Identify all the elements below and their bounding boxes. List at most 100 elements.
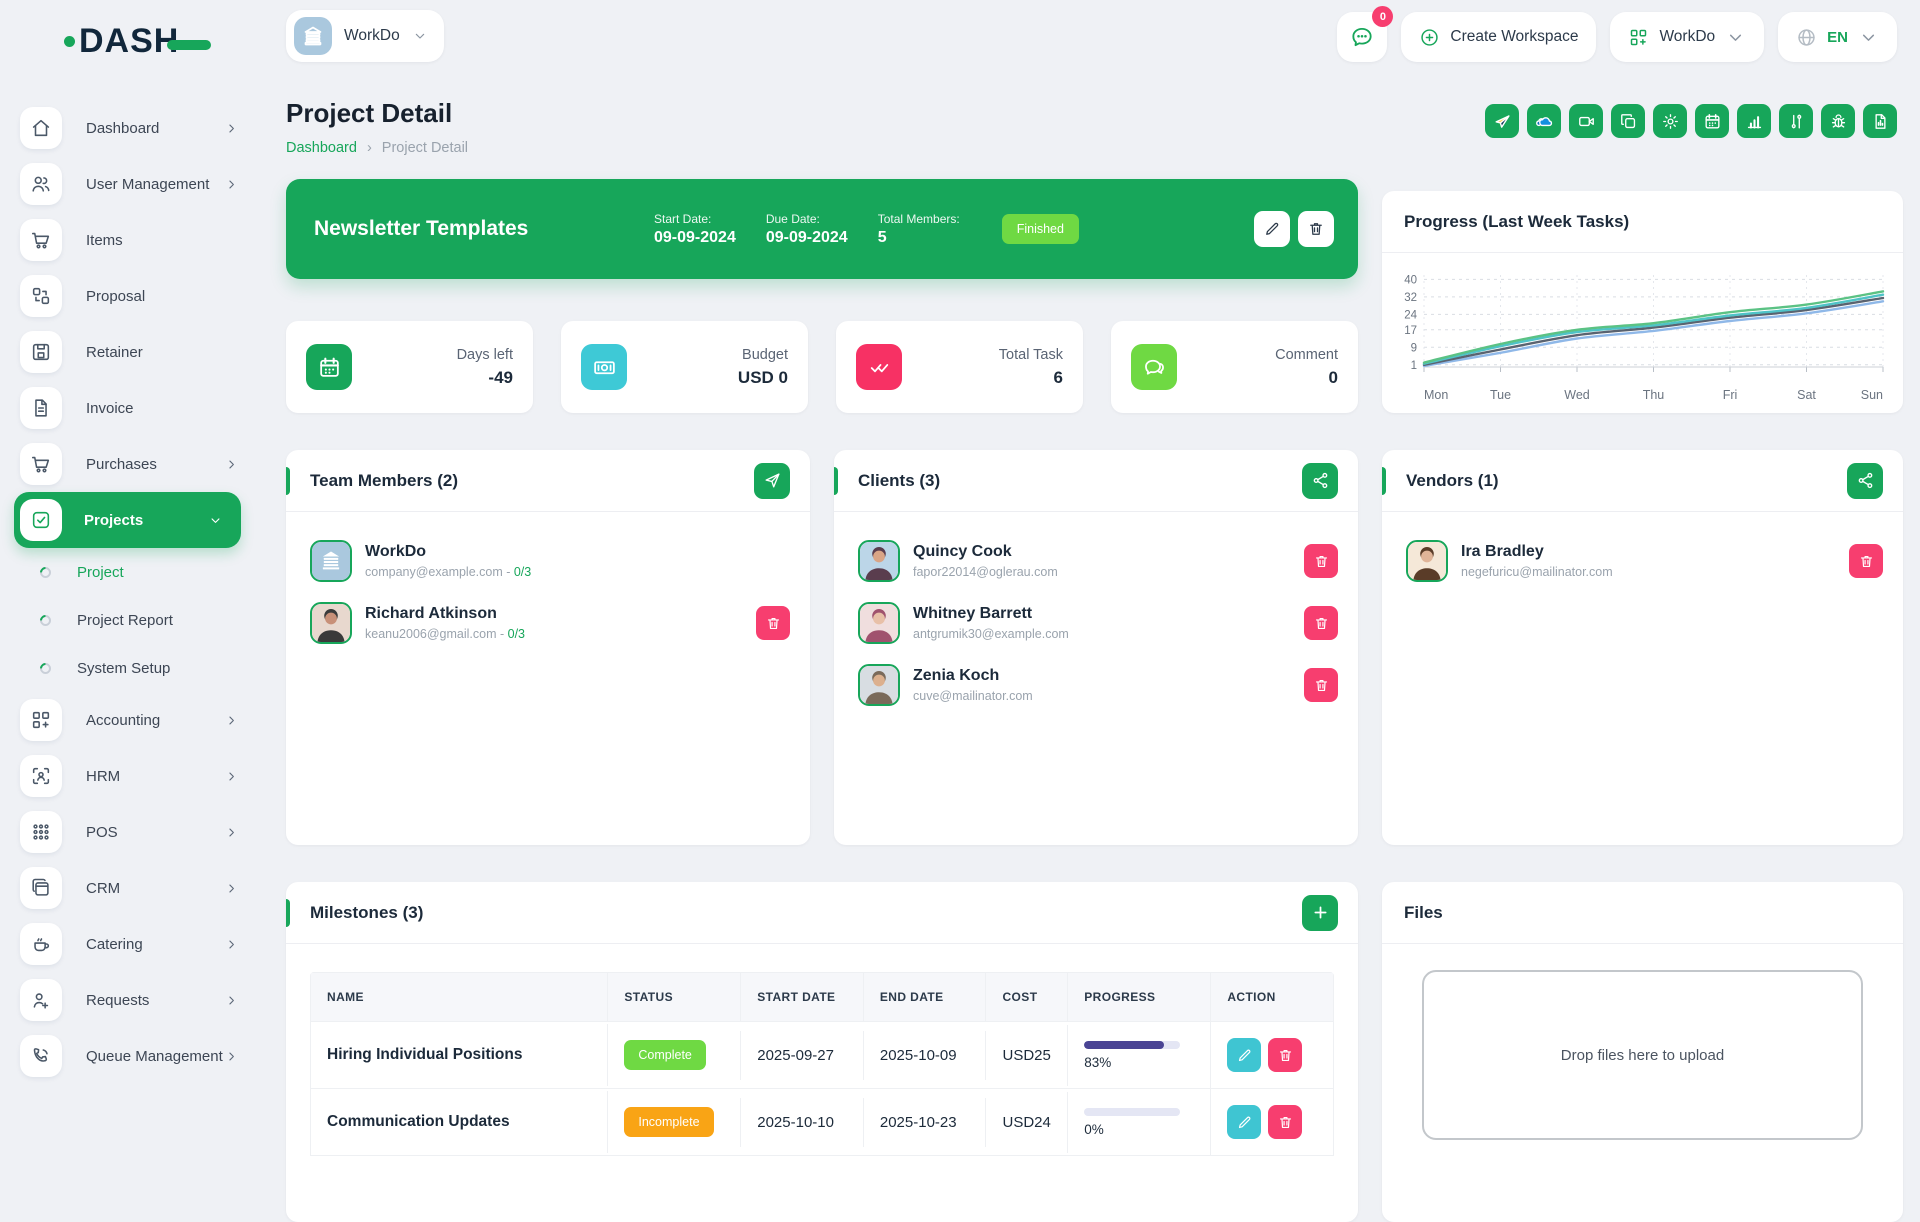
vendors-action-button[interactable]: [1847, 463, 1883, 499]
member-name: Whitney Barrett: [913, 605, 1069, 623]
language-dropdown[interactable]: EN: [1778, 12, 1897, 62]
video-camera-button[interactable]: [1569, 104, 1603, 138]
member-name: Zenia Koch: [913, 667, 1033, 685]
sidebar-item-project-report[interactable]: Project Report: [0, 596, 257, 644]
bar-chart-button[interactable]: [1737, 104, 1771, 138]
breadcrumb-dashboard-link[interactable]: Dashboard: [286, 140, 357, 156]
sidebar-item-user-management[interactable]: User Management: [0, 156, 257, 212]
share-icon: [1311, 471, 1330, 490]
chevron-right-icon: [224, 713, 239, 728]
banknote-icon: [592, 355, 617, 380]
table-row: Communication UpdatesIncomplete2025-10-1…: [311, 1088, 1333, 1155]
delete-milestone-button[interactable]: [1268, 1038, 1302, 1072]
phone-icon-box: [20, 1035, 62, 1077]
calendar-button[interactable]: [1695, 104, 1729, 138]
stat-label: Days left: [457, 347, 513, 363]
sidebar-item-hrm[interactable]: HRM: [0, 748, 257, 804]
member-text: WorkDocompany@example.com - 0/3: [365, 543, 531, 579]
app-logo[interactable]: DASH: [64, 22, 211, 61]
banner-field: Total Members:5: [878, 212, 960, 247]
sidebar-item-items[interactable]: Items: [0, 212, 257, 268]
trash-icon: [1313, 615, 1330, 632]
sidebar-item-pos-label: POS: [86, 824, 118, 841]
file-dropzone[interactable]: Drop files here to upload: [1422, 970, 1863, 1140]
sidebar-item-crm[interactable]: CRM: [0, 860, 257, 916]
person-target-icon: [30, 765, 52, 787]
table-row: Hiring Individual PositionsComplete2025-…: [311, 1021, 1333, 1088]
add-milestone-button[interactable]: [1302, 895, 1338, 931]
sliders-button[interactable]: [1779, 104, 1813, 138]
panel-header: Clients (3): [834, 450, 1358, 512]
member-email: company@example.com - 0/3: [365, 565, 531, 579]
workspace-selector[interactable]: WorkDo: [286, 10, 444, 62]
avatar: [858, 540, 900, 582]
gear-button[interactable]: [1653, 104, 1687, 138]
workspace-dropdown[interactable]: WorkDo: [1610, 12, 1764, 62]
avatar: [858, 602, 900, 644]
delete-member-button[interactable]: [1304, 668, 1338, 702]
sidebar-item-system-setup[interactable]: System Setup: [0, 644, 257, 692]
sidebar-item-retainer[interactable]: Retainer: [0, 324, 257, 380]
messages-button[interactable]: 0: [1337, 12, 1387, 62]
plus-circle-icon: [1419, 27, 1440, 48]
sidebar-item-requests[interactable]: Requests: [0, 972, 257, 1028]
delete-member-button[interactable]: [756, 606, 790, 640]
edit-milestone-button[interactable]: [1227, 1105, 1261, 1139]
sidebar-item-pos[interactable]: POS: [0, 804, 257, 860]
delete-member-button[interactable]: [1304, 544, 1338, 578]
sidebar-item-proposal[interactable]: Proposal: [0, 268, 257, 324]
team-action-button[interactable]: [754, 463, 790, 499]
create-workspace-button[interactable]: Create Workspace: [1401, 12, 1596, 62]
delete-member-button[interactable]: [1849, 544, 1883, 578]
sidebar-item-projects[interactable]: Projects: [14, 492, 241, 548]
sidebar-item-accounting[interactable]: Accounting: [0, 692, 257, 748]
chevron-down-icon: [1858, 27, 1879, 48]
member-email-text: negefuricu@mailinator.com: [1461, 565, 1613, 579]
sidebar-item-dashboard-label: Dashboard: [86, 120, 159, 137]
banner-field: Start Date:09-09-2024: [654, 212, 736, 247]
svg-text:1: 1: [1411, 360, 1417, 372]
sidebar-item-purchases[interactable]: Purchases: [0, 436, 257, 492]
svg-text:Fri: Fri: [1723, 388, 1738, 402]
member-email-text: cuve@mailinator.com: [913, 689, 1033, 703]
team-members-panel: Team Members (2)WorkDocompany@example.co…: [286, 450, 810, 845]
column-header: END DATE: [863, 973, 986, 1021]
progress-percent: 83%: [1084, 1055, 1194, 1070]
sidebar-item-queue-management[interactable]: Queue Management: [0, 1028, 257, 1084]
sidebar-item-dashboard[interactable]: Dashboard: [0, 100, 257, 156]
milestone-end-date: 2025-10-23: [863, 1098, 986, 1147]
sidebar: Dashboard User ManagementItemsProposalRet…: [0, 72, 257, 1080]
member-email: negefuricu@mailinator.com: [1461, 565, 1613, 579]
breadcrumb-current: Project Detail: [382, 140, 468, 156]
copy-button[interactable]: [1611, 104, 1645, 138]
delete-project-button[interactable]: [1298, 211, 1334, 247]
svg-text:Mon: Mon: [1424, 388, 1448, 402]
sidebar-item-invoice-label: Invoice: [86, 400, 134, 417]
delete-milestone-button[interactable]: [1268, 1105, 1302, 1139]
member-email: keanu2006@gmail.com - 0/3: [365, 627, 525, 641]
clients-action-button[interactable]: [1302, 463, 1338, 499]
onedrive-button[interactable]: [1527, 104, 1561, 138]
file-report-button[interactable]: [1863, 104, 1897, 138]
google-drive-button[interactable]: [1485, 104, 1519, 138]
sidebar-item-project[interactable]: Project: [0, 548, 257, 596]
bug-button[interactable]: [1821, 104, 1855, 138]
member-email: fapor22014@oglerau.com: [913, 565, 1058, 579]
member-task-ratio: 0/3: [508, 627, 525, 641]
panel-accent: [834, 467, 838, 495]
delete-member-button[interactable]: [1304, 606, 1338, 640]
chevron-right-icon: [224, 937, 239, 952]
cart-icon: [30, 453, 52, 475]
banner-field-label: Start Date:: [654, 212, 736, 226]
edit-project-button[interactable]: [1254, 211, 1290, 247]
sidebar-item-invoice[interactable]: Invoice: [0, 380, 257, 436]
banner-field-value: 5: [878, 229, 960, 247]
logo-bar: [167, 40, 211, 50]
column-header: NAME: [311, 973, 607, 1021]
milestones-table-header: NAMESTATUSSTART DATEEND DATECOSTPROGRESS…: [311, 973, 1333, 1021]
breadcrumb-separator: ›: [367, 140, 372, 156]
sidebar-item-catering[interactable]: Catering: [0, 916, 257, 972]
edit-milestone-button[interactable]: [1227, 1038, 1261, 1072]
milestone-progress-cell: 83%: [1067, 1025, 1210, 1086]
logo-text: DASH: [79, 22, 179, 61]
